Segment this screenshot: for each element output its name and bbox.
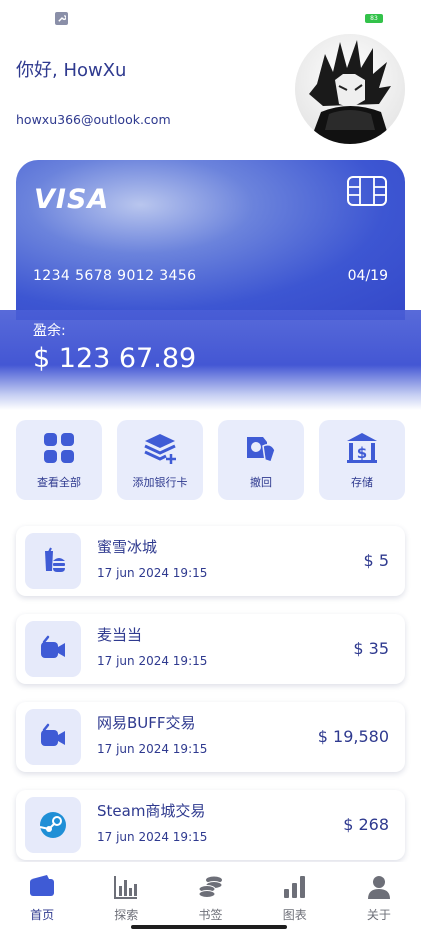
visa-logo: VISA	[34, 184, 110, 215]
wrench-icon	[55, 12, 68, 25]
transaction-amount: $ 5	[363, 551, 389, 570]
deposit-button[interactable]: $ 存储	[319, 420, 405, 500]
transaction-name: 麦当当	[97, 626, 143, 644]
quick-actions: 查看全部 添加银行卡 撤回 $ 存储	[16, 420, 405, 500]
nav-item-home[interactable]: 首页	[0, 862, 84, 936]
bar-chart-icon	[113, 874, 139, 900]
card-number: 1234 5678 9012 3456	[33, 268, 197, 284]
transaction-list: 蜜雪冰城 17 jun 2024 19:15 $ 5 麦当当 17 jun 20…	[16, 526, 405, 878]
greeting-title: 你好, HowXu	[16, 60, 127, 81]
nav-label-explore: 探索	[114, 908, 139, 922]
transaction-date: 17 jun 2024 19:15	[97, 742, 208, 756]
balance-panel: 盈余: $ 123 67.89	[0, 310, 421, 410]
add-card-label: 添加银行卡	[132, 476, 188, 489]
add-card-stack-icon	[144, 432, 176, 464]
wallet-icon	[29, 874, 55, 900]
transaction-item[interactable]: Steam商城交易 17 jun 2024 19:15 $ 268	[16, 790, 405, 860]
transaction-item[interactable]: 网易BUFF交易 17 jun 2024 19:15 $ 19,580	[16, 702, 405, 772]
growth-chart-icon	[282, 874, 308, 900]
fast-food-icon	[25, 533, 81, 589]
transaction-item[interactable]: 麦当当 17 jun 2024 19:15 $ 35	[16, 614, 405, 684]
steam-icon	[25, 797, 81, 853]
video-camera-icon	[25, 709, 81, 765]
transaction-name: Steam商城交易	[97, 802, 206, 820]
svg-text:$: $	[357, 444, 367, 462]
avatar[interactable]	[295, 34, 405, 144]
grid-icon	[43, 432, 75, 464]
user-email: howxu366@outlook.com	[16, 112, 171, 127]
view-all-button[interactable]: 查看全部	[16, 420, 102, 500]
transaction-amount: $ 35	[353, 639, 389, 658]
transaction-item[interactable]: 蜜雪冰城 17 jun 2024 19:15 $ 5	[16, 526, 405, 596]
transaction-name: 蜜雪冰城	[97, 538, 158, 556]
bank-card[interactable]: VISA 1234 5678 9012 3456 04/19	[16, 160, 405, 320]
withdraw-icon	[245, 432, 277, 464]
withdraw-label: 撤回	[250, 476, 272, 489]
transaction-name: 网易BUFF交易	[97, 714, 196, 732]
card-chip-icon	[347, 176, 387, 206]
coins-icon	[198, 874, 224, 900]
nav-label-home: 首页	[30, 908, 55, 922]
nav-item-about[interactable]: 关于	[337, 862, 421, 936]
transaction-amount: $ 268	[343, 815, 389, 834]
transaction-amount: $ 19,580	[317, 727, 389, 746]
nav-label-bookmarks: 书签	[198, 908, 223, 922]
balance-amount: $ 123 67.89	[33, 343, 197, 374]
person-icon	[366, 874, 392, 900]
balance-label: 盈余:	[33, 323, 66, 339]
deposit-label: 存储	[351, 476, 373, 489]
withdraw-button[interactable]: 撤回	[218, 420, 304, 500]
nav-label-charts: 图表	[282, 908, 307, 922]
transaction-date: 17 jun 2024 19:15	[97, 566, 208, 580]
transaction-date: 17 jun 2024 19:15	[97, 654, 208, 668]
battery-icon: 83	[365, 14, 383, 23]
view-all-label: 查看全部	[37, 476, 81, 489]
card-expiry: 04/19	[347, 268, 388, 284]
add-card-button[interactable]: 添加银行卡	[117, 420, 203, 500]
transaction-date: 17 jun 2024 19:15	[97, 830, 208, 844]
deposit-icon: $	[346, 432, 378, 464]
video-camera-icon	[25, 621, 81, 677]
home-indicator	[131, 925, 287, 929]
nav-label-about: 关于	[366, 908, 391, 922]
status-bar: 83	[0, 0, 421, 36]
